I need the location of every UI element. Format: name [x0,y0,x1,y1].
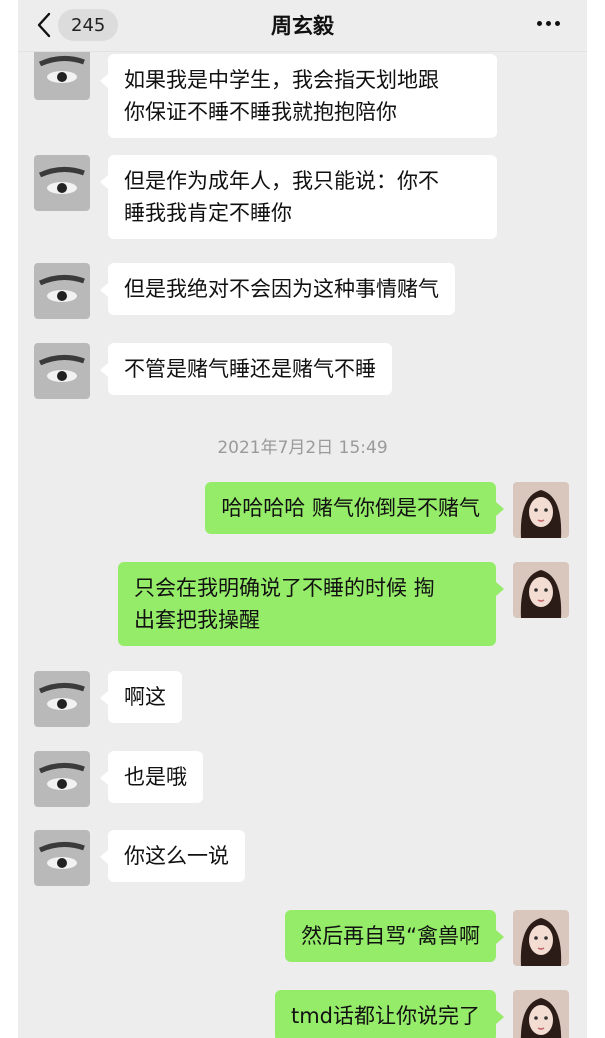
contact-avatar[interactable] [34,343,90,399]
message-bubble-incoming[interactable]: 但是作为成年人，我只能说：你不 睡我我肯定不睡你 [100,155,497,239]
frame-border-left [0,0,18,1038]
more-dots-icon [537,20,542,26]
message-bubble-outgoing[interactable]: tmd话都让你说完了 [274,990,505,1038]
chat-header: 245 周玄毅 [18,0,587,52]
message-bubble-incoming[interactable]: 啊这 [100,671,182,723]
message-bubble-outgoing[interactable]: 哈哈哈哈 赌气你倒是不赌气 [205,482,504,534]
contact-avatar[interactable] [34,751,90,807]
user-avatar[interactable] [513,990,569,1038]
user-avatar[interactable] [513,562,569,618]
contact-avatar[interactable] [34,830,90,886]
contact-avatar[interactable] [34,263,90,319]
contact-avatar[interactable] [34,155,90,211]
contact-avatar[interactable] [34,44,90,100]
frame-border-right [587,0,605,1038]
message-bubble-outgoing[interactable]: 只会在我明确说了不睡的时候 掏 出套把我操醒 [118,562,504,646]
message-bubble-incoming[interactable]: 但是我绝对不会因为这种事情赌气 [100,263,455,315]
message-bubble-incoming[interactable]: 不管是赌气睡还是赌气不睡 [100,343,392,395]
message-bubble-incoming[interactable]: 如果我是中学生，我会指天划地跟 你保证不睡不睡我就抱抱陪你 [100,54,497,138]
chat-title: 周玄毅 [271,14,334,38]
user-avatar[interactable] [513,482,569,538]
message-timestamp: 2021年7月2日 15:49 [217,438,388,458]
more-options-button[interactable] [537,16,565,30]
message-bubble-incoming[interactable]: 也是哦 [100,751,203,803]
contact-avatar[interactable] [34,671,90,727]
message-bubble-incoming[interactable]: 你这么一说 [100,830,245,882]
chat-screen: 245 周玄毅 如果我是中学生，我会指天划地跟 你保证不睡不睡我就抱抱陪你 但是… [0,0,605,1038]
message-bubble-outgoing[interactable]: 然后再自骂“禽兽啊 [285,910,504,962]
user-avatar[interactable] [513,910,569,966]
